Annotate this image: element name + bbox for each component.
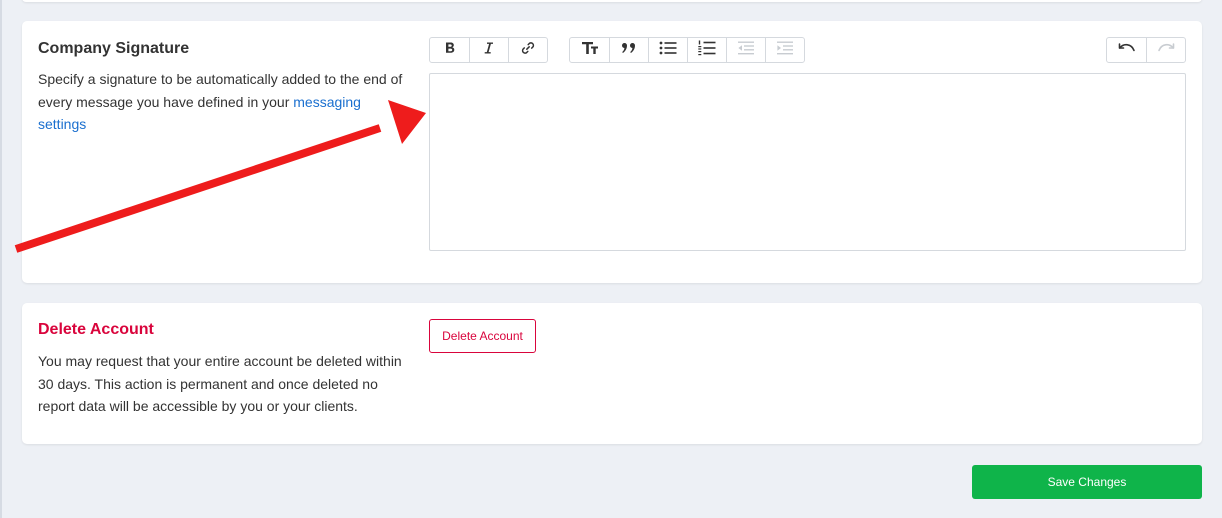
italic-icon	[482, 41, 496, 60]
signature-editor[interactable]	[429, 73, 1186, 251]
company-signature-card: Company Signature Specify a signature to…	[22, 21, 1202, 283]
toolbar-block-group	[569, 37, 805, 63]
previous-card-bottom	[22, 0, 1202, 2]
undo-button[interactable]	[1107, 38, 1146, 62]
numbered-list-icon	[698, 40, 716, 61]
outdent-button[interactable]	[726, 38, 765, 62]
quote-icon	[621, 41, 637, 59]
heading-button[interactable]	[570, 38, 609, 62]
indent-icon	[776, 41, 794, 60]
redo-icon	[1157, 41, 1175, 59]
delete-account-button[interactable]: Delete Account	[429, 319, 536, 353]
page-edge	[0, 0, 2, 518]
outdent-icon	[737, 41, 755, 60]
heading-icon	[581, 41, 599, 60]
bullet-list-button[interactable]	[648, 38, 687, 62]
delete-account-card: Delete Account You may request that your…	[22, 303, 1202, 444]
delete-account-description: You may request that your entire account…	[38, 353, 402, 414]
link-icon	[520, 40, 536, 61]
company-signature-title: Company Signature	[38, 40, 190, 57]
company-signature-description: Specify a signature to be automatically …	[38, 68, 408, 136]
redo-button[interactable]	[1146, 38, 1185, 62]
quote-button[interactable]	[609, 38, 648, 62]
save-changes-button[interactable]: Save Changes	[972, 465, 1202, 499]
toolbar-format-group	[429, 37, 548, 63]
numbered-list-button[interactable]	[687, 38, 726, 62]
delete-account-title: Delete Account	[38, 321, 154, 338]
bold-icon	[443, 41, 457, 60]
link-button[interactable]	[508, 38, 547, 62]
indent-button[interactable]	[765, 38, 804, 62]
italic-button[interactable]	[469, 38, 508, 62]
toolbar-history-group	[1106, 37, 1186, 63]
bold-button[interactable]	[430, 38, 469, 62]
bullet-list-icon	[659, 41, 677, 60]
undo-icon	[1118, 41, 1136, 59]
